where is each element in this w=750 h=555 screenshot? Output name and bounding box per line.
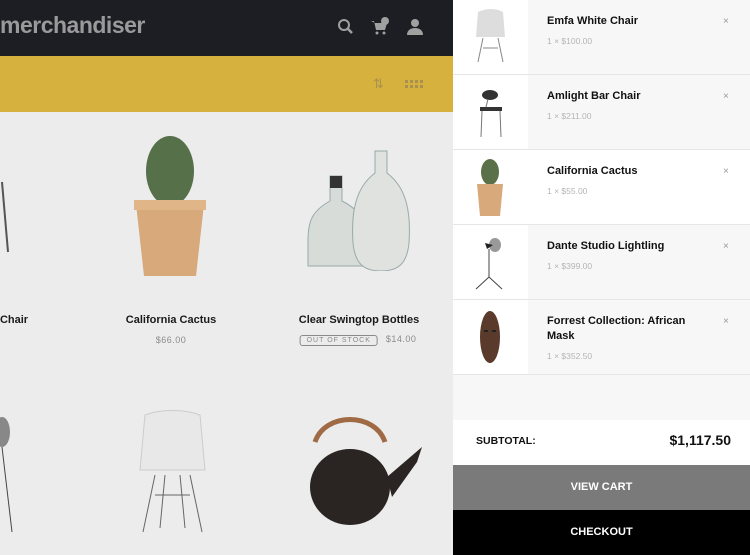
cart-item: Amlight Bar Chair 1 × $211.00 ×	[453, 75, 750, 150]
subtotal-value: $1,117.50	[669, 432, 731, 448]
logo[interactable]: merchandiser	[0, 12, 145, 39]
product-price: $66.00	[155, 335, 187, 345]
item-name[interactable]: Dante Studio Lightling	[547, 239, 707, 254]
product-image-lamp[interactable]	[0, 407, 15, 537]
product-name[interactable]: Chair	[0, 314, 28, 326]
cart-item: Emfa White Chair 1 × $100.00 ×	[453, 0, 750, 75]
product-image-white-chair[interactable]	[135, 410, 210, 535]
item-quantity-price: 1 × $399.00	[547, 261, 593, 271]
product-name[interactable]: Clear Swingtop Bottles	[299, 314, 419, 326]
user-icon[interactable]	[405, 17, 425, 37]
remove-item-button[interactable]: ×	[723, 241, 729, 252]
item-thumbnail[interactable]	[453, 0, 528, 74]
item-quantity-price: 1 × $55.00	[547, 186, 588, 196]
view-cart-button[interactable]: VIEW CART	[453, 465, 750, 510]
item-name[interactable]: Amlight Bar Chair	[547, 89, 707, 104]
remove-item-button[interactable]: ×	[723, 91, 729, 102]
sort-icon[interactable]: ⇅	[373, 76, 384, 92]
remove-item-button[interactable]: ×	[723, 166, 729, 177]
product-image-cactus[interactable]	[130, 136, 210, 276]
cart-item: Dante Studio Lightling 1 × $399.00 ×	[453, 225, 750, 300]
cart-icon[interactable]	[370, 17, 390, 37]
subtotal-label: SUBTOTAL:	[476, 435, 536, 447]
item-thumbnail[interactable]	[453, 150, 528, 224]
subtotal-row: SUBTOTAL: $1,117.50	[453, 420, 750, 465]
product-image-chair[interactable]	[0, 172, 12, 257]
cart-item: Forrest Collection: African Mask 1 × $35…	[453, 300, 750, 375]
product-grid: Chair California Cactus $66.00 Clear Swi…	[0, 112, 453, 555]
item-quantity-price: 1 × $211.00	[547, 111, 592, 121]
shop-toolbar	[0, 56, 453, 112]
product-image-teapot[interactable]	[305, 412, 430, 527]
grid-view-icon[interactable]	[405, 80, 423, 89]
remove-item-button[interactable]: ×	[723, 316, 729, 327]
search-icon[interactable]	[336, 17, 356, 37]
product-image-bottles[interactable]	[300, 146, 415, 271]
item-quantity-price: 1 × $100.00	[547, 36, 593, 46]
item-name[interactable]: Emfa White Chair	[547, 14, 707, 29]
cart-item: California Cactus 1 × $55.00 ×	[453, 150, 750, 225]
item-thumbnail[interactable]	[453, 75, 528, 149]
product-name[interactable]: California Cactus	[126, 314, 216, 326]
item-thumbnail[interactable]	[453, 300, 528, 374]
remove-item-button[interactable]: ×	[723, 16, 729, 27]
item-thumbnail[interactable]	[453, 225, 528, 299]
checkout-button[interactable]: CHECKOUT	[453, 510, 750, 555]
item-name[interactable]: California Cactus	[547, 164, 707, 179]
out-of-stock-badge: OUT OF STOCK	[299, 335, 378, 346]
product-price-row: OUT OF STOCK $14.00	[299, 334, 417, 346]
product-price: $14.00	[385, 334, 417, 344]
item-quantity-price: 1 × $352.50	[547, 351, 593, 361]
cart-spacer	[453, 375, 750, 420]
site-header: merchandiser	[0, 0, 453, 56]
item-name[interactable]: Forrest Collection: African Mask	[547, 314, 707, 344]
